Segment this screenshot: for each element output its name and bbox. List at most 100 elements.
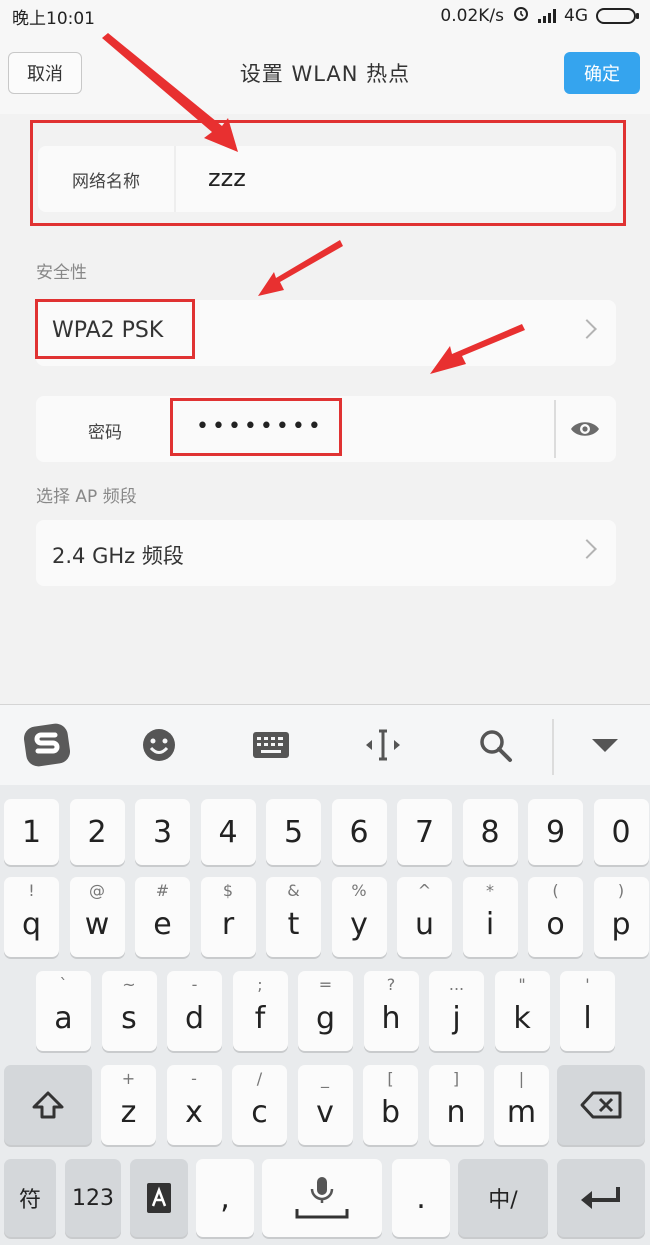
key-m[interactable]: | m: [494, 1065, 549, 1145]
confirm-button[interactable]: 确定: [564, 52, 640, 94]
key-label: r: [221, 906, 235, 942]
battery-icon: [596, 7, 639, 24]
status-bar: 晚上10:01 0.02K/s 4G: [0, 0, 650, 30]
key-c[interactable]: / c: [232, 1065, 287, 1145]
key-symbol: ~: [122, 975, 136, 994]
comma-key[interactable]: ,: [196, 1159, 254, 1237]
space-key[interactable]: [262, 1159, 382, 1237]
translate-key[interactable]: [130, 1159, 188, 1237]
key-5[interactable]: 5: [266, 799, 321, 865]
key-n[interactable]: ] n: [428, 1065, 484, 1145]
translate-icon: [147, 1183, 171, 1213]
search-icon[interactable]: [470, 723, 520, 767]
key-symbol: *: [486, 881, 494, 900]
chevron-right-icon: [577, 319, 597, 339]
key-label: s: [121, 1000, 137, 1036]
key-6[interactable]: 6: [331, 799, 387, 865]
cursor-icon[interactable]: [358, 723, 408, 767]
key-label: w: [84, 906, 110, 942]
key-symbol: %: [351, 881, 367, 900]
key-label: o: [546, 906, 565, 942]
key-symbol: (: [552, 881, 559, 900]
key-z[interactable]: + z: [101, 1065, 156, 1145]
key-w[interactable]: @ w: [69, 877, 125, 957]
key-e[interactable]: # e: [135, 877, 190, 957]
key-9[interactable]: 9: [528, 799, 583, 865]
key-symbol: [: [387, 1069, 394, 1088]
key-2[interactable]: 2: [69, 799, 125, 865]
backspace-key[interactable]: [557, 1065, 645, 1145]
key-h[interactable]: ? h: [363, 971, 419, 1051]
key-l[interactable]: ' l: [560, 971, 615, 1051]
key-label: v: [316, 1094, 334, 1130]
key-label: f: [254, 1000, 266, 1036]
numbers-key[interactable]: 123: [65, 1159, 121, 1237]
key-0[interactable]: 0: [593, 799, 649, 865]
key-label: j: [452, 1000, 461, 1036]
key-a[interactable]: ` a: [36, 971, 91, 1051]
password-divider: [554, 400, 556, 458]
page-title: 设置 WLAN 热点: [239, 62, 411, 86]
key-symbol: |: [518, 1069, 525, 1088]
key-symbol: /: [256, 1069, 263, 1088]
symbols-key[interactable]: 符: [4, 1159, 56, 1237]
key-b[interactable]: [b: [363, 1065, 418, 1145]
key-v[interactable]: _ v: [297, 1065, 353, 1145]
alarm-icon: [512, 4, 530, 27]
key-j[interactable]: ... j: [429, 971, 484, 1051]
key-label: t: [287, 906, 300, 942]
eye-icon[interactable]: [570, 418, 600, 440]
key-t[interactable]: & t: [266, 877, 321, 957]
key-symbol: ': [585, 975, 590, 994]
key-8[interactable]: 8: [462, 799, 518, 865]
key-symbol: #: [155, 881, 170, 900]
password-label: 密码: [88, 423, 122, 443]
key-symbol: ": [518, 975, 526, 994]
key-u[interactable]: ^ u: [397, 877, 452, 957]
key-o[interactable]: (o: [528, 877, 583, 957]
network-type: 4G: [564, 5, 588, 26]
collapse-icon[interactable]: [580, 723, 630, 767]
key-s[interactable]: ~ s: [101, 971, 157, 1051]
soft-keyboard: 1 2 3 4 5 6 7 8 9 0! q @ w # e $ r & t% y ^ u * i(o) p ` a ~ s - d; f = g…: [0, 704, 650, 1245]
key-3[interactable]: 3: [135, 799, 190, 865]
language-key[interactable]: 中/: [458, 1159, 548, 1237]
emoji-icon[interactable]: [134, 723, 184, 767]
key-label: i: [485, 906, 495, 942]
key-label: d: [184, 1000, 205, 1036]
key-symbol: ...: [448, 975, 465, 994]
key-symbol: ;: [257, 975, 263, 994]
key-1[interactable]: 1: [4, 799, 59, 865]
chevron-right-icon: [577, 539, 597, 559]
status-time: 晚上10:01: [12, 9, 95, 29]
key-label: q: [21, 906, 42, 942]
band-label: 选择 AP 频段: [36, 487, 137, 507]
key-symbol: +: [121, 1069, 136, 1088]
key-x[interactable]: -x: [166, 1065, 222, 1145]
mic-icon: [295, 1177, 349, 1219]
key-k[interactable]: " k: [494, 971, 550, 1051]
period-key[interactable]: .: [392, 1159, 450, 1237]
key-symbol: ?: [386, 975, 396, 994]
key-symbol: ^: [417, 881, 432, 900]
key-f[interactable]: ; f: [232, 971, 288, 1051]
sogou-logo-icon[interactable]: [22, 723, 72, 767]
keyboard-icon[interactable]: [246, 723, 296, 767]
key-label: z: [120, 1094, 137, 1130]
key-label: b: [380, 1094, 401, 1130]
key-i[interactable]: * i: [462, 877, 518, 957]
key-symbol: @: [89, 881, 105, 900]
highlight-security: [35, 299, 195, 359]
key-r[interactable]: $ r: [200, 877, 256, 957]
enter-key[interactable]: [557, 1159, 645, 1237]
key-4[interactable]: 4: [200, 799, 256, 865]
key-7[interactable]: 7: [397, 799, 452, 865]
key-y[interactable]: % y: [331, 877, 387, 957]
key-label: x: [185, 1094, 203, 1130]
key-p[interactable]: ) p: [593, 877, 649, 957]
key-d[interactable]: -d: [167, 971, 222, 1051]
key-g[interactable]: = g: [298, 971, 353, 1051]
shift-key[interactable]: [4, 1065, 92, 1145]
band-select[interactable]: 2.4 GHz 频段: [36, 520, 616, 586]
key-q[interactable]: ! q: [4, 877, 59, 957]
